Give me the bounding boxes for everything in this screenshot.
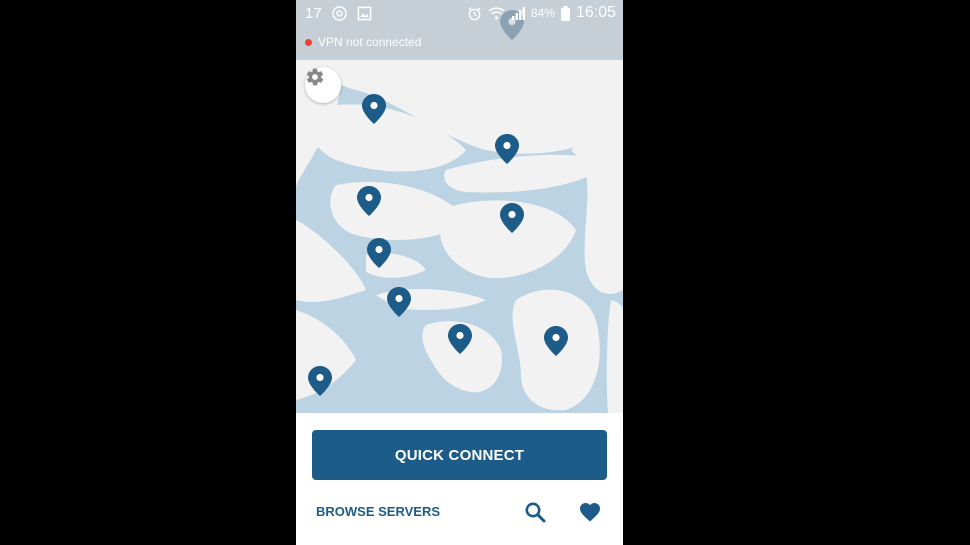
location-pin-icon[interactable]: [499, 202, 525, 234]
alarm-icon: [468, 6, 481, 20]
wifi-icon: [488, 7, 505, 20]
notification-area: 17: [305, 4, 372, 22]
browse-servers-link[interactable]: BROWSE SERVERS: [316, 504, 440, 519]
location-pin-icon[interactable]: [366, 237, 392, 269]
location-pin-icon[interactable]: [361, 93, 387, 125]
bottom-panel: QUICK CONNECT BROWSE SERVERS: [296, 413, 623, 545]
location-pin-icon[interactable]: [356, 185, 382, 217]
battery-icon: [560, 5, 570, 21]
location-pin-icon[interactable]: [386, 286, 412, 318]
location-pin-icon[interactable]: [543, 325, 569, 357]
settings-button[interactable]: [305, 67, 341, 103]
status-dot: [305, 38, 312, 46]
system-indicators: 84% 16:05: [467, 4, 616, 22]
vpn-status-text: VPN not connected: [318, 35, 422, 49]
location-pin-icon[interactable]: [447, 323, 473, 355]
server-map[interactable]: [296, 0, 623, 413]
signal-icon: [511, 7, 525, 20]
clock: 16:05: [575, 4, 616, 21]
settings-icon: [306, 68, 324, 86]
status-bar: 17 84% 16:05 VPN not connected: [296, 0, 623, 57]
phone-screen: 17 84% 16:05 VPN not connected QUICK CON…: [296, 0, 623, 545]
search-icon[interactable]: [523, 500, 547, 524]
location-pin-icon[interactable]: [494, 133, 520, 165]
image-icon: [357, 6, 372, 20]
battery-percentage: 84%: [530, 6, 555, 20]
notification-count: 17: [305, 4, 322, 22]
chrome-icon: [331, 5, 347, 21]
location-pin-icon[interactable]: [307, 365, 333, 397]
heart-icon[interactable]: [578, 500, 602, 524]
vpn-status: VPN not connected: [305, 35, 421, 49]
quick-connect-button[interactable]: QUICK CONNECT: [312, 430, 607, 480]
